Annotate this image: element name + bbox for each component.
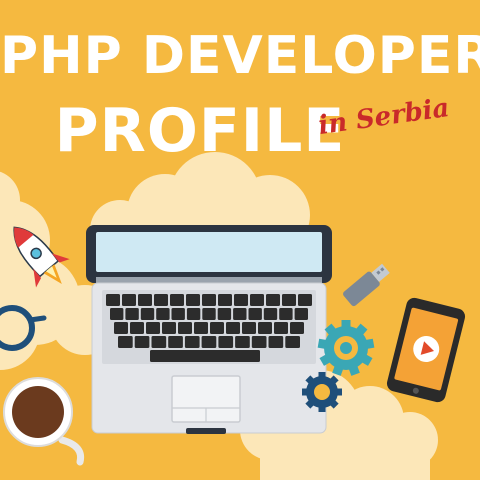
smartphone-icon xyxy=(386,297,466,403)
laptop-icon xyxy=(86,225,332,434)
rocket-icon xyxy=(13,226,70,288)
usb-drive-icon xyxy=(343,263,390,307)
coffee-cup-icon xyxy=(3,377,85,466)
objects-layer xyxy=(0,225,466,466)
illustration-canvas: PHP DEVELOPER PROFILE in Serbia xyxy=(0,0,480,480)
glasses-icon xyxy=(0,305,47,351)
gear-icon xyxy=(302,372,342,412)
